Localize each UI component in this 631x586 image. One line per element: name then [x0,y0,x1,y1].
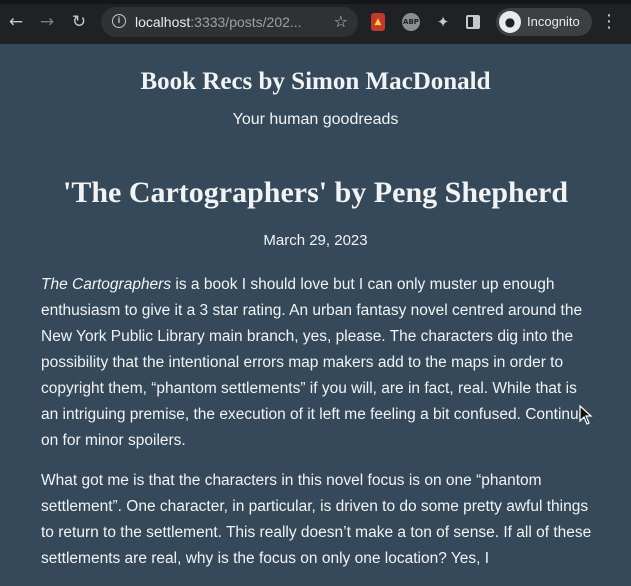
extension-icon[interactable]: ▲ [371,13,385,31]
more-menu-icon[interactable]: ⋮ [600,11,618,33]
back-icon[interactable]: ← [5,11,27,33]
url-host: localhost [135,14,191,30]
mouse-cursor-icon [579,405,593,425]
paragraph-text: is a book I should love but I can only m… [41,276,588,449]
post-date: March 29, 2023 [263,232,368,249]
site-title[interactable]: Book Recs by Simon MacDonald [0,68,631,96]
incognito-profile-button[interactable]: ● Incognito [496,8,592,36]
site-subtitle: Your human goodreads [232,111,399,128]
book-title-emphasis: The Cartographers [41,276,172,293]
post-body: The Cartographers is a book I should lov… [41,272,593,586]
sidepanel-icon[interactable] [466,15,480,29]
paragraph: The Cartographers is a book I should lov… [41,272,593,454]
tab-strip [0,0,631,4]
adblock-icon[interactable]: ABP [402,13,420,31]
url-path: :3333/posts/202... [190,14,302,30]
browser-toolbar: ← → ↻ i localhost:3333/posts/202... ☆ ▲ … [0,0,631,44]
post-title: 'The Cartographers' by Peng Shepherd [62,176,569,209]
address-bar[interactable]: i localhost:3333/posts/202... ☆ [101,7,358,37]
puzzle-icon[interactable]: ✦ [434,13,452,31]
info-icon[interactable]: i [112,14,126,28]
reload-icon[interactable]: ↻ [68,11,90,33]
paragraph: What got me is that the characters in th… [41,472,592,567]
forward-icon[interactable]: → [36,11,58,33]
star-icon[interactable]: ☆ [334,12,348,31]
incognito-icon: ● [499,11,521,33]
profile-label: Incognito [527,14,580,29]
url-text[interactable]: localhost:3333/posts/202... [135,14,302,30]
